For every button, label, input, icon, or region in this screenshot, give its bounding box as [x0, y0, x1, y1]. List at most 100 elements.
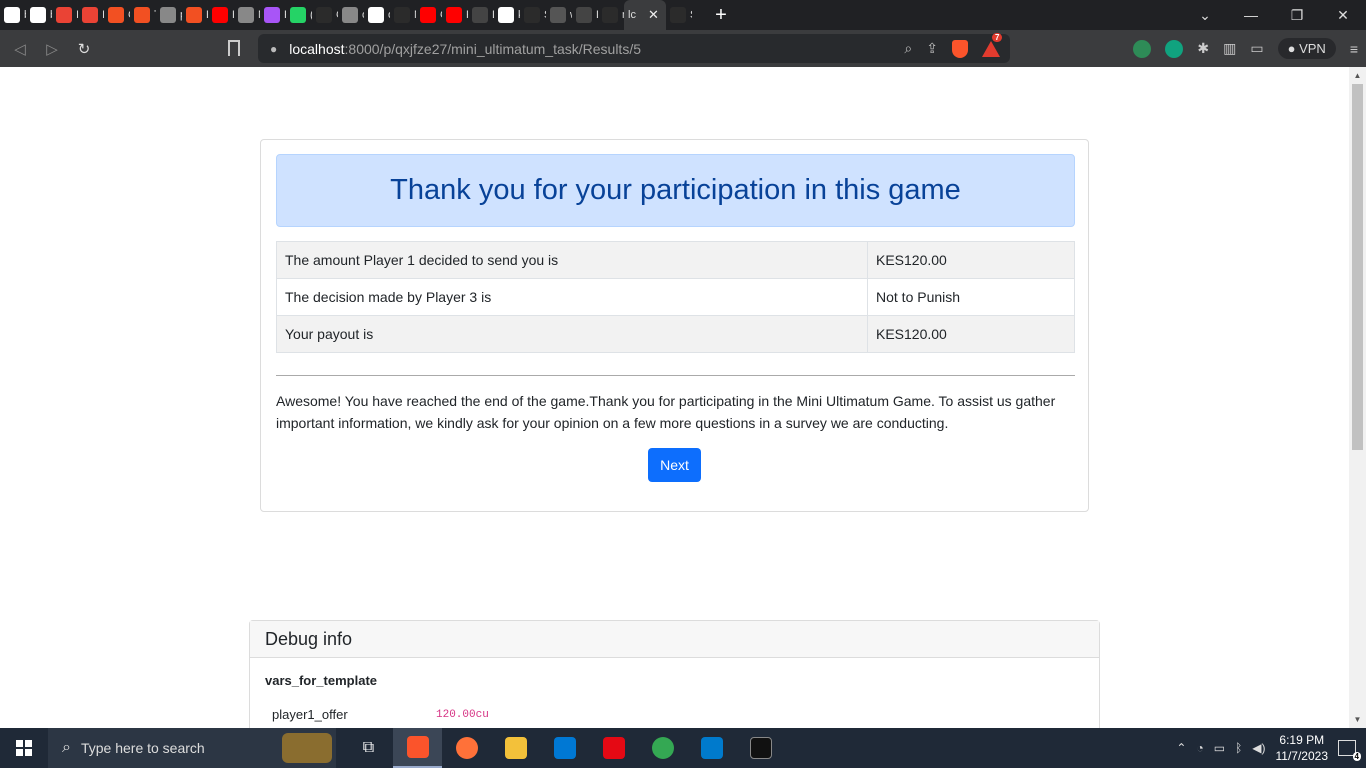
table-row: Your payout is KES120.00	[276, 315, 1075, 353]
tray-overflow-icon[interactable]: ⌃	[1176, 741, 1186, 755]
result-label: The decision made by Player 3 is	[276, 278, 868, 316]
title-banner: Thank you for your participation in this…	[276, 154, 1075, 227]
extension-grammarly-icon[interactable]	[1133, 39, 1152, 58]
wallet-icon[interactable]: ▭	[1250, 40, 1263, 57]
browser-tab[interactable]: E	[182, 0, 208, 30]
site-info-icon[interactable]: ●	[270, 42, 277, 56]
taskbar-vscode-icon[interactable]	[687, 728, 736, 768]
browser-tab[interactable]: k	[494, 0, 520, 30]
browser-tab[interactable]: m	[598, 0, 624, 30]
browser-tab[interactable]: p	[156, 0, 182, 30]
windows-icon	[16, 740, 32, 756]
browser-tab[interactable]: C	[104, 0, 130, 30]
browser-tab[interactable]: C	[416, 0, 442, 30]
start-button[interactable]	[0, 728, 48, 768]
browser-tab[interactable]: M	[234, 0, 260, 30]
browser-tab[interactable]: F	[442, 0, 468, 30]
browser-tab[interactable]: Ir	[78, 0, 104, 30]
dark-icon	[602, 7, 618, 23]
bookmark-icon[interactable]	[228, 40, 240, 56]
network-icon[interactable]: ◔	[1196, 741, 1203, 755]
results-table: The amount Player 1 decided to send you …	[276, 241, 1075, 353]
browser-tab[interactable]: H	[208, 0, 234, 30]
slash-icon	[576, 7, 592, 23]
minimize-button[interactable]: —	[1228, 7, 1274, 23]
tab-title: lc	[628, 9, 636, 21]
new-tab-button[interactable]: +	[706, 4, 736, 27]
close-window-button[interactable]: ✕	[1320, 7, 1366, 24]
dark-icon	[394, 7, 410, 23]
result-label: The amount Player 1 decided to send you …	[276, 241, 868, 279]
taskbar-firefox-icon[interactable]	[442, 728, 491, 768]
pod-icon	[264, 7, 280, 23]
debug-panel: Debug info vars_for_template player1_off…	[249, 620, 1100, 728]
browser-tab[interactable]: S	[666, 0, 692, 30]
address-bar[interactable]: ● localhost:8000/p/qxjfze27/mini_ultimat…	[258, 32, 1010, 63]
sidebar-icon[interactable]: ▥	[1223, 40, 1236, 57]
scroll-thumb[interactable]	[1352, 84, 1363, 450]
browser-tab[interactable]: b	[0, 0, 26, 30]
browser-tab[interactable]: T	[130, 0, 156, 30]
youtube-icon	[446, 7, 462, 23]
share-icon[interactable]: ⇪	[926, 40, 938, 57]
scroll-down-icon[interactable]: ▼	[1349, 711, 1366, 728]
microsoft-icon	[108, 7, 124, 23]
browser-toolbar: ◁ ▷ ↻ ● localhost:8000/p/qxjfze27/mini_u…	[0, 30, 1366, 67]
taskbar-terminal-icon[interactable]	[736, 728, 785, 768]
taskbar-file-explorer-icon[interactable]	[491, 728, 540, 768]
bluetooth-icon[interactable]: ᛒ	[1235, 741, 1242, 755]
forward-button[interactable]: ▷	[36, 40, 68, 58]
browser-tab[interactable]: o	[338, 0, 364, 30]
browser-tab[interactable]: D	[572, 0, 598, 30]
youtube-icon	[212, 7, 228, 23]
extensions-icon[interactable]: ✱	[1197, 40, 1209, 57]
tab-title: S	[690, 9, 692, 21]
restore-button[interactable]: ❐	[1274, 7, 1320, 24]
taskbar-brave-icon[interactable]	[393, 728, 442, 768]
youtube-icon	[420, 7, 436, 23]
battery-icon[interactable]: ▭	[1214, 741, 1225, 755]
reload-button[interactable]: ↻	[68, 40, 100, 58]
browser-tab[interactable]: w	[546, 0, 572, 30]
browser-tab[interactable]: M	[390, 0, 416, 30]
taskbar-chrome-icon[interactable]	[638, 728, 687, 768]
vertical-scrollbar[interactable]: ▲ ▼	[1349, 67, 1366, 728]
notification-icon[interactable]: 4	[1338, 740, 1361, 761]
debug-var-key: player1_offer	[272, 707, 348, 722]
close-tab-icon[interactable]: ✕	[648, 7, 659, 23]
taskbar-netflix-icon[interactable]	[589, 728, 638, 768]
browser-tab[interactable]: (E	[286, 0, 312, 30]
result-value: KES120.00	[867, 241, 1075, 279]
browser-tab[interactable]: S	[520, 0, 546, 30]
menu-icon[interactable]: ≡	[1350, 41, 1358, 57]
tab-list-icon[interactable]: ⌄	[1182, 7, 1228, 24]
taskbar-search[interactable]: ⌕ Type here to search	[48, 728, 336, 768]
browser-tab[interactable]: b	[26, 0, 52, 30]
end-message: Awesome! You have reached the end of the…	[276, 393, 1056, 431]
blank-icon	[368, 7, 384, 23]
active-tab[interactable]: lc ✕	[624, 0, 666, 30]
next-button[interactable]: Next	[648, 448, 701, 482]
brave-rewards-icon[interactable]: 7	[982, 32, 1003, 57]
system-tray: ⌃ ◔ ▭ ᛒ ◀) 6:19 PM 11/7/2023 4	[1176, 728, 1366, 768]
scroll-up-icon[interactable]: ▲	[1349, 67, 1366, 84]
zoom-icon[interactable]: ⌕	[904, 40, 912, 57]
taskbar-store-icon[interactable]	[540, 728, 589, 768]
browser-tab[interactable]: Ir	[52, 0, 78, 30]
globe-icon	[342, 7, 358, 23]
back-button[interactable]: ◁	[4, 40, 36, 58]
globe-icon	[160, 7, 176, 23]
extension-chatgpt-icon[interactable]	[1165, 39, 1184, 58]
browser-tab[interactable]: D	[468, 0, 494, 30]
github-icon	[30, 7, 46, 23]
brave-shields-icon[interactable]	[952, 39, 968, 58]
volume-icon[interactable]: ◀)	[1252, 741, 1265, 755]
result-label: Your payout is	[276, 315, 868, 353]
vpn-button[interactable]: ● VPN	[1277, 38, 1336, 59]
clock[interactable]: 6:19 PM 11/7/2023	[1276, 732, 1329, 764]
taskbar: ⌕ Type here to search ⧉ ⌃ ◔ ▭ ᛒ ◀) 6:19 …	[0, 728, 1366, 768]
browser-tab[interactable]: P	[260, 0, 286, 30]
browser-tab[interactable]: C	[312, 0, 338, 30]
task-view-icon[interactable]: ⧉	[344, 728, 393, 768]
browser-tab[interactable]: o	[364, 0, 390, 30]
